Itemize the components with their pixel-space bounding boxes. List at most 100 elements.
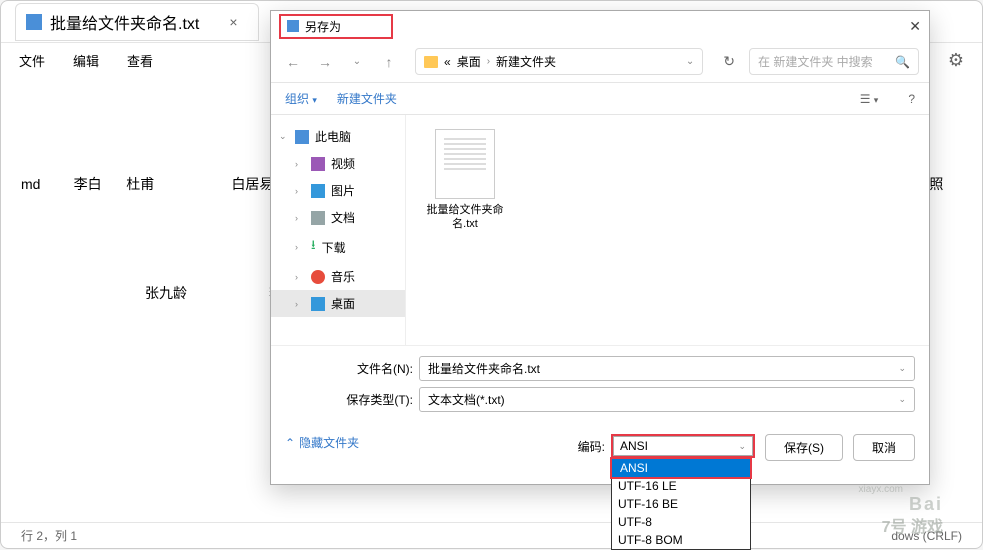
dialog-footer: 文件名(N): 批量给文件夹命名.txt ⌄ 保存类型(T): 文本文档(*.t…	[271, 345, 929, 428]
tree-label: 图片	[331, 182, 355, 199]
dialog-app-icon	[287, 20, 299, 32]
encoding-select[interactable]: ANSI ⌄	[613, 436, 753, 456]
dialog-title-highlight: 另存为	[279, 14, 393, 39]
hide-folders-button[interactable]: ⌃ 隐藏文件夹	[285, 434, 359, 451]
filename-label: 文件名(N):	[285, 360, 413, 377]
search-placeholder: 在 新建文件夹 中搜索	[758, 53, 895, 70]
tree-label: 桌面	[331, 295, 355, 312]
encoding-option-utf16le[interactable]: UTF-16 LE	[612, 477, 750, 495]
folder-icon	[424, 56, 438, 68]
text: md	[21, 166, 68, 202]
chevron-right-icon[interactable]: ›	[295, 186, 305, 196]
encoding-option-utf8[interactable]: UTF-8	[612, 513, 750, 531]
tree-downloads[interactable]: › ⭳ 下载	[271, 231, 405, 263]
tree-documents[interactable]: › 文档	[271, 204, 405, 231]
refresh-button[interactable]: ↻	[717, 53, 741, 70]
chevron-down-icon[interactable]: ⌄	[686, 56, 694, 67]
dialog-body: ⌄ 此电脑 › 视频 › 图片 › 文档 › ⭳ 下载	[271, 115, 929, 345]
encoding-option-ansi[interactable]: ANSI	[610, 457, 752, 479]
filetype-value: 文本文档(*.txt)	[428, 391, 505, 408]
menu-file[interactable]: 文件	[19, 51, 45, 70]
chevron-down-icon[interactable]: ⌄	[898, 394, 906, 405]
watermark: Bai	[909, 494, 943, 515]
chevron-down-icon[interactable]: ⌄	[738, 441, 746, 452]
filetype-label: 保存类型(T):	[285, 391, 413, 408]
tab-title: 批量给文件夹命名.txt	[50, 10, 199, 34]
chevron-right-icon[interactable]: ›	[295, 213, 305, 223]
tree-video[interactable]: › 视频	[271, 150, 405, 177]
encoding-highlight: ANSI ⌄	[611, 434, 755, 458]
dialog-title: 另存为	[305, 18, 341, 35]
file-thumb-icon	[435, 129, 495, 199]
settings-icon[interactable]: ⚙	[948, 50, 964, 71]
tree-image[interactable]: › 图片	[271, 177, 405, 204]
encoding-option-utf8bom[interactable]: UTF-8 BOM	[612, 531, 750, 549]
chevron-down-icon[interactable]: ⌄	[898, 363, 906, 374]
breadcrumb-desktop[interactable]: 桌面	[457, 53, 481, 70]
file-list-area[interactable]: 批量给文件夹命名.txt	[406, 115, 929, 345]
nav-back-button[interactable]: ←	[281, 50, 305, 74]
tree-desktop[interactable]: › 桌面	[271, 290, 405, 317]
save-button[interactable]: 保存(S)	[765, 434, 843, 461]
file-name: 批量给文件夹命名.txt	[420, 203, 510, 232]
dialog-titlebar[interactable]: 另存为 ✕	[271, 11, 929, 41]
dialog-actionbar: 组织 ▾ 新建文件夹 ☰ ▾ ?	[271, 83, 929, 115]
chevron-right-icon[interactable]: ›	[295, 159, 305, 169]
text	[207, 275, 263, 311]
tree-label: 此电脑	[315, 128, 351, 145]
encoding-dropdown: ANSI UTF-16 LE UTF-16 BE UTF-8 UTF-8 BOM	[611, 458, 751, 550]
organize-button[interactable]: 组织 ▾	[285, 90, 317, 107]
search-input[interactable]: 在 新建文件夹 中搜索 🔍	[749, 48, 919, 75]
encoding-label: 编码:	[578, 434, 605, 455]
dialog-close-button[interactable]: ✕	[909, 18, 921, 35]
chevron-right-icon[interactable]: ›	[295, 272, 305, 282]
address-bar[interactable]: « 桌面 › 新建文件夹 ⌄	[415, 48, 703, 75]
menu-edit[interactable]: 编辑	[73, 51, 99, 70]
text: 杜甫	[126, 166, 173, 202]
filename-value: 批量给文件夹命名.txt	[428, 360, 540, 377]
download-icon: ⭳	[311, 236, 316, 258]
encoding-option-utf16be[interactable]: UTF-16 BE	[612, 495, 750, 513]
dialog-bottom-row: ⌃ 隐藏文件夹 编码: ANSI ⌄ ANSI UTF-16 LE UTF-16…	[271, 428, 929, 471]
view-button[interactable]: ☰ ▾	[860, 92, 879, 106]
search-icon[interactable]: 🔍	[895, 55, 910, 69]
chevron-right-icon[interactable]: ›	[295, 242, 305, 252]
tree-label: 视频	[331, 155, 355, 172]
tree-label: 音乐	[331, 268, 355, 285]
filename-input[interactable]: 批量给文件夹命名.txt ⌄	[419, 356, 915, 381]
tree-this-pc[interactable]: ⌄ 此电脑	[271, 123, 405, 150]
image-icon	[311, 184, 325, 198]
tree-music[interactable]: › 音乐	[271, 263, 405, 290]
nav-forward-button[interactable]: →	[313, 50, 337, 74]
text	[83, 275, 139, 311]
chevron-right-icon[interactable]: ›	[295, 299, 305, 309]
folder-tree: ⌄ 此电脑 › 视频 › 图片 › 文档 › ⭳ 下载	[271, 115, 406, 345]
desktop-icon	[311, 297, 325, 311]
cancel-button[interactable]: 取消	[853, 434, 915, 461]
text	[179, 166, 226, 202]
breadcrumb-folder[interactable]: 新建文件夹	[496, 53, 556, 70]
cursor-position: 行 2，列 1	[21, 527, 77, 544]
save-as-dialog: 另存为 ✕ ← → ⌄ ↑ « 桌面 › 新建文件夹 ⌄ ↻ 在 新建文件夹 中…	[270, 10, 930, 485]
pc-icon	[295, 130, 309, 144]
music-icon	[311, 270, 325, 284]
watermark: 7号 游戏	[882, 513, 943, 537]
nav-chevron-down-icon[interactable]: ⌄	[345, 50, 369, 74]
text: 张九龄	[145, 275, 201, 311]
menu-view[interactable]: 查看	[127, 51, 153, 70]
help-icon[interactable]: ?	[908, 92, 915, 106]
tree-label: 下载	[322, 239, 346, 256]
dialog-nav-toolbar: ← → ⌄ ↑ « 桌面 › 新建文件夹 ⌄ ↻ 在 新建文件夹 中搜索 🔍	[271, 41, 929, 83]
breadcrumb-sep: «	[444, 55, 451, 69]
notepad-tab[interactable]: 批量给文件夹命名.txt ×	[15, 3, 259, 41]
file-item[interactable]: 批量给文件夹命名.txt	[420, 129, 510, 232]
chevron-down-icon[interactable]: ⌄	[279, 131, 289, 142]
tab-close-icon[interactable]: ×	[229, 14, 237, 30]
chevron-right-icon: ›	[487, 56, 490, 67]
filetype-select[interactable]: 文本文档(*.txt) ⌄	[419, 387, 915, 412]
nav-up-button[interactable]: ↑	[377, 50, 401, 74]
encoding-value: ANSI	[620, 439, 648, 453]
statusbar: 行 2，列 1 dows (CRLF)	[1, 522, 982, 548]
new-folder-button[interactable]: 新建文件夹	[337, 90, 397, 107]
text: 李白	[74, 166, 121, 202]
